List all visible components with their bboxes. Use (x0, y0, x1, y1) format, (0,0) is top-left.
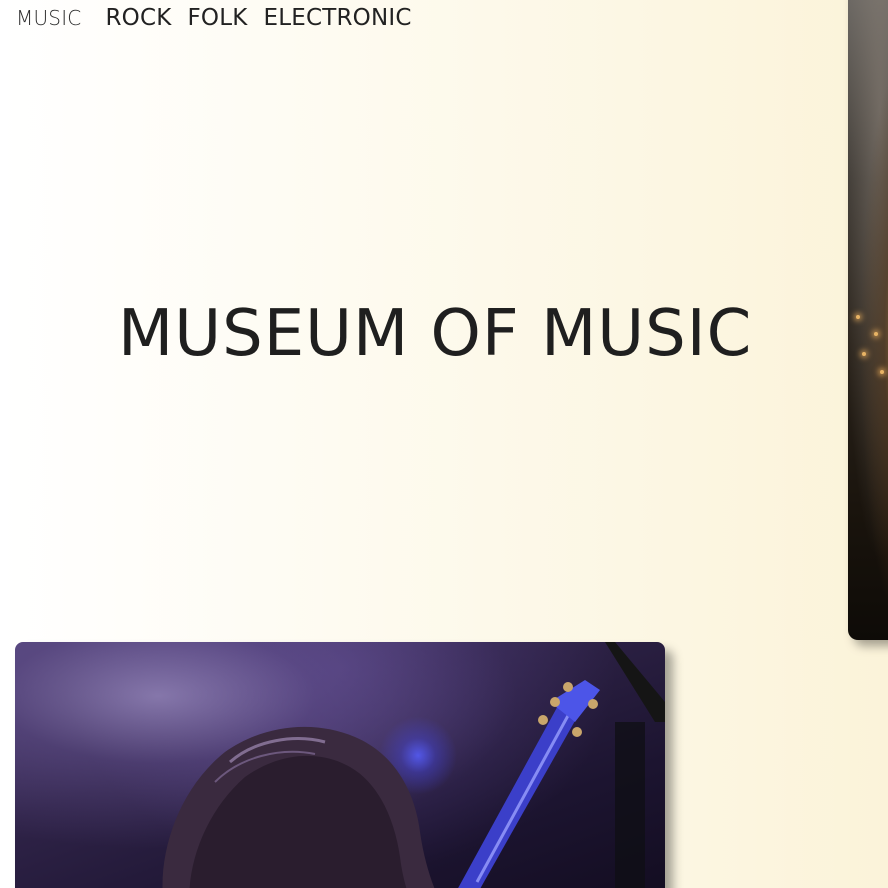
light-sparkle (856, 315, 860, 319)
hero-title: MUSEUM OF MUSIC (118, 297, 753, 371)
nav-link-electronic[interactable]: ELECTRONIC (264, 4, 412, 32)
light-sparkle (862, 352, 866, 356)
light-sparkle (874, 332, 878, 336)
nav-link-folk[interactable]: FOLK (187, 4, 247, 32)
light-sparkle (880, 370, 884, 374)
nav-link-rock[interactable]: ROCK (105, 4, 171, 32)
concert-crowd-photo (848, 0, 888, 640)
guitarist-photo (15, 642, 665, 888)
mic-stand (605, 642, 665, 722)
page: MUSIC ROCK FOLK ELECTRONIC MUSEUM OF MUS… (0, 0, 888, 888)
brand-link[interactable]: MUSIC (16, 5, 81, 31)
top-nav: MUSIC ROCK FOLK ELECTRONIC (16, 4, 428, 32)
guitarist-illustration (162, 642, 665, 888)
